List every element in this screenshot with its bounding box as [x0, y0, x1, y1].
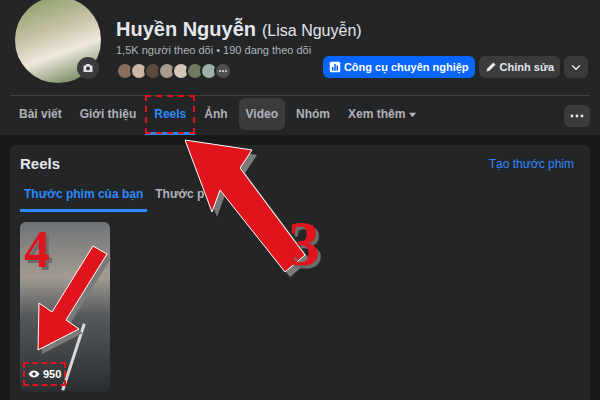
tab-highlight: Ảnh — [197, 98, 234, 130]
annotation-box — [339, 95, 426, 134]
tab-label: Giới thiệu — [80, 105, 137, 123]
profile-tab[interactable]: Bài viết — [10, 96, 71, 135]
tab-label: Xem thêm — [348, 105, 405, 123]
reels-title-row: Reels Tạo thước phim — [20, 155, 580, 173]
professional-tools-button[interactable]: Công cụ chuyên nghiệp — [323, 56, 475, 78]
profile-tab[interactable]: Nhóm — [287, 96, 339, 135]
profile-bottom-row: 1,5K người theo dõi • 190 đang theo dõi — [116, 43, 588, 80]
annotation-box — [71, 95, 146, 134]
chart-icon — [329, 61, 341, 73]
button-label: Công cụ chuyên nghiệp — [344, 59, 469, 76]
tab-content: Nhóm — [296, 105, 330, 123]
create-reel-link[interactable]: Tạo thước phim — [489, 155, 580, 173]
chevron-down-icon — [570, 61, 582, 73]
reels-title: Reels — [20, 153, 60, 176]
tab-content: Bài viết — [19, 105, 62, 123]
tab-list: Bài viết Giới thiệu Reels Ảnh Video Nhóm Xem t… — [10, 96, 426, 135]
annotation-box — [145, 95, 195, 134]
camera-icon[interactable] — [77, 57, 99, 79]
pencil-icon — [485, 61, 497, 73]
tab-content: Reels — [154, 105, 186, 123]
annotation-box — [287, 95, 339, 134]
reel-views: 950 — [23, 362, 66, 387]
tab-bar-inner: Bài viết Giới thiệu Reels Ảnh Video Nhóm Xem t… — [10, 95, 590, 135]
more-dots-icon — [570, 114, 584, 118]
annotation-arrows — [0, 0, 600, 400]
tab-content: Giới thiệu — [80, 105, 137, 123]
profile-actions: Công cụ chuyên nghiệp Chỉnh sửa — [323, 56, 588, 78]
tab-highlight: Reels — [147, 98, 193, 130]
friend-avatars — [116, 62, 311, 80]
subtab-label: Thước p — [155, 187, 204, 201]
tab-content: Video — [246, 105, 278, 123]
tab-label: Nhóm — [296, 105, 330, 123]
view-count: 950 — [43, 366, 61, 383]
profile-meta: 1,5K người theo dõi • 190 đang theo dõi — [116, 43, 311, 80]
tab-label: Reels — [154, 105, 186, 123]
profile-tab[interactable]: Xem thêm — [339, 96, 426, 135]
profile-tab[interactable]: Ảnh — [195, 96, 236, 135]
edit-button[interactable]: Chỉnh sửa — [479, 56, 560, 78]
tab-content: Xem thêm — [348, 105, 417, 123]
annotation-box — [10, 95, 71, 134]
button-label: Chỉnh sửa — [500, 59, 554, 76]
tab-bar: Bài viết Giới thiệu Reels Ảnh Video Nhóm Xem t… — [0, 95, 600, 135]
profile-name: Huyền Nguyễn — [116, 16, 256, 42]
reels-subtabs: Thước phim của bạn Thước p — [20, 185, 580, 212]
annotation-box — [195, 95, 236, 134]
caret-down-icon — [408, 110, 417, 119]
subtab-label: Thước phim của bạn — [24, 187, 143, 201]
reels-subtab[interactable]: Thước phim của bạn — [20, 185, 147, 212]
tab-label: Ảnh — [204, 105, 227, 123]
reels-subtab[interactable]: Thước p — [151, 185, 208, 212]
profile-name-row: Huyền Nguyễn (Lisa Nguyễn) — [116, 16, 588, 43]
tab-content: Ảnh — [204, 105, 227, 123]
tab-highlight: Video — [239, 98, 285, 130]
tab-highlight: Giới thiệu — [73, 98, 144, 130]
tab-highlight: Bài viết — [12, 98, 69, 130]
tab-more-button[interactable] — [564, 105, 590, 127]
annotation-number-4: 4 — [24, 224, 50, 276]
profile-avatar[interactable] — [12, 0, 104, 86]
dropdown-button[interactable] — [564, 56, 588, 78]
profile-tab[interactable]: Reels — [145, 96, 195, 135]
profile-tab[interactable]: Giới thiệu — [71, 96, 146, 135]
tab-highlight: Xem thêm — [341, 98, 424, 130]
tab-label: Video — [246, 105, 278, 123]
tab-highlight: Nhóm — [289, 98, 337, 130]
eye-icon — [28, 368, 40, 380]
annotation-number-3: 3 — [288, 212, 320, 276]
profile-header: Huyền Nguyễn (Lisa Nguyễn) 1,5K người th… — [0, 0, 600, 95]
tab-label: Bài viết — [19, 105, 62, 123]
profile-alt-name: (Lisa Nguyễn) — [262, 19, 362, 43]
page: Huyền Nguyễn (Lisa Nguyễn) 1,5K người th… — [0, 0, 600, 400]
annotation-box — [237, 95, 287, 134]
profile-info: Huyền Nguyễn (Lisa Nguyễn) 1,5K người th… — [116, 0, 588, 95]
profile-stats[interactable]: 1,5K người theo dõi • 190 đang theo dõi — [116, 43, 311, 58]
more-friends-icon[interactable] — [214, 62, 232, 80]
profile-tab[interactable]: Video — [237, 96, 287, 135]
